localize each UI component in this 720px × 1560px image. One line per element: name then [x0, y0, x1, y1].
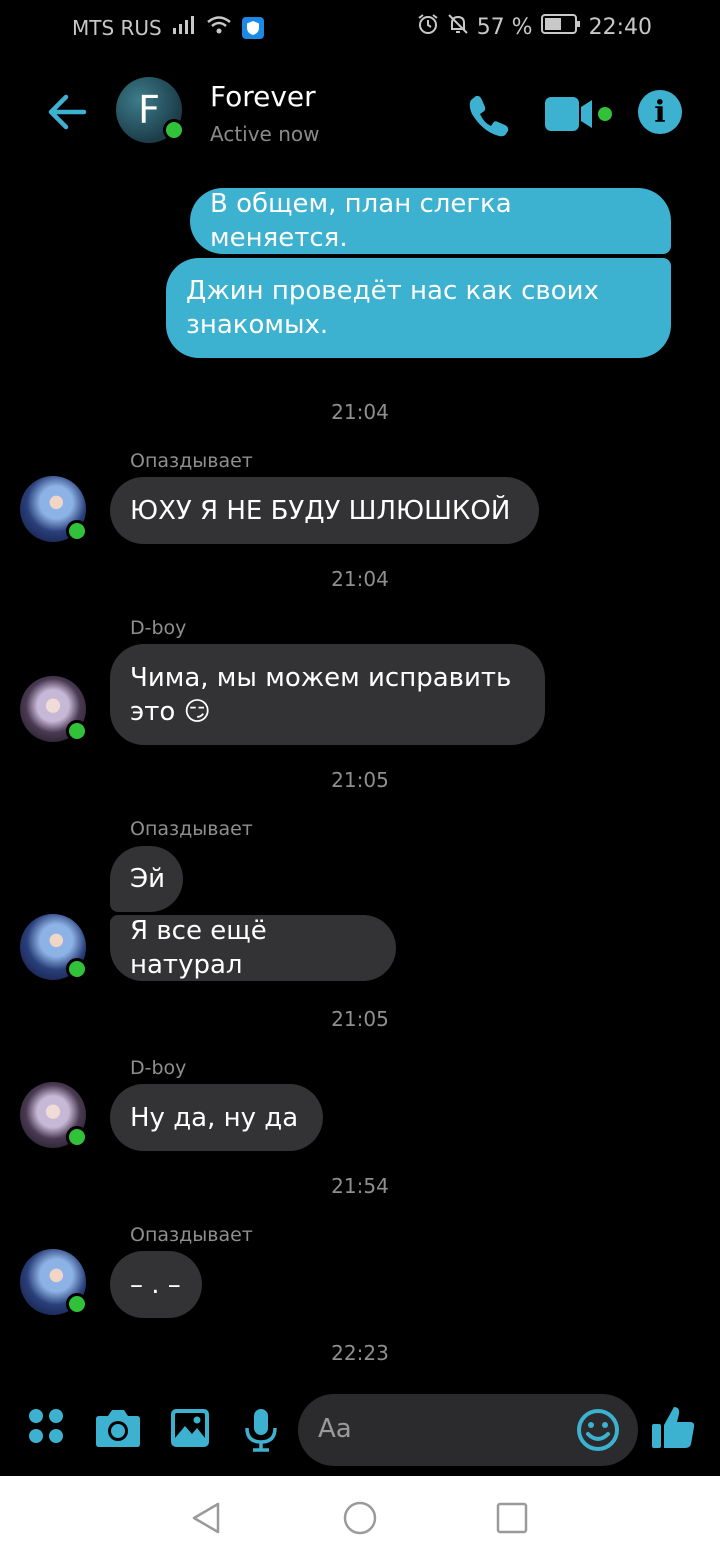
system-nav-bar: [0, 1476, 720, 1560]
message-text-line: Джин проведёт нас как своих: [186, 276, 599, 306]
incoming-message[interactable]: ЮХУ Я НЕ БУДУ ШЛЮШКОЙ: [110, 477, 539, 544]
camera-icon[interactable]: [95, 1408, 141, 1452]
video-call-icon[interactable]: [544, 94, 614, 134]
phone-call-icon[interactable]: [466, 92, 512, 138]
message-text: ЮХУ Я НЕ БУДУ ШЛЮШКОЙ: [130, 495, 511, 526]
avatar[interactable]: [20, 1082, 88, 1148]
avatar[interactable]: [20, 476, 88, 542]
online-indicator: [66, 520, 88, 542]
sender-name: D-boy: [130, 1057, 187, 1079]
timestamp: 21:04: [331, 400, 389, 424]
avatar-letter: F: [138, 88, 160, 132]
group-avatar[interactable]: F: [116, 77, 185, 143]
carrier-label: MTS RUS: [72, 15, 162, 40]
message-composer: Aa: [0, 1388, 720, 1474]
message-text-line: это 😏: [130, 696, 211, 727]
timestamp: 21:04: [331, 567, 389, 591]
outgoing-message[interactable]: Джин проведёт нас как своих знакомых.: [166, 258, 671, 358]
signal-icon: [172, 15, 196, 40]
avatar[interactable]: [20, 914, 88, 980]
timestamp: 22:23: [331, 1341, 389, 1365]
message-text: Я все ещё натурал: [130, 916, 267, 980]
online-indicator: [163, 119, 185, 141]
incoming-message[interactable]: Чима, мы можем исправить это 😏: [110, 644, 545, 745]
chat-title[interactable]: Forever: [210, 80, 316, 113]
online-indicator: [66, 1126, 88, 1148]
thumbs-up-icon[interactable]: [650, 1404, 696, 1454]
online-indicator: [66, 720, 88, 742]
message-text-line: Чима, мы можем исправить: [130, 662, 512, 693]
alarm-icon: [417, 13, 439, 41]
sender-name: Опаздывает: [130, 1224, 253, 1246]
info-icon[interactable]: i: [638, 90, 682, 134]
sender-name: Опаздывает: [130, 450, 253, 472]
chat-header: F Forever Active now i: [0, 60, 720, 170]
vpn-shield-icon: [241, 16, 264, 39]
more-apps-icon[interactable]: [28, 1408, 64, 1448]
clock: 22:40: [588, 14, 652, 40]
emoji-icon[interactable]: [576, 1408, 620, 1452]
message-input-placeholder: Aa: [318, 1414, 352, 1444]
message-text: – . –: [130, 1269, 181, 1300]
incoming-message[interactable]: Я все ещё натурал: [110, 915, 396, 981]
sender-name: D-boy: [130, 617, 187, 639]
microphone-icon[interactable]: [244, 1408, 278, 1456]
message-text: Ну да, ну да: [130, 1102, 299, 1133]
online-indicator: [66, 958, 88, 980]
outgoing-message[interactable]: В общем, план слегка меняется.: [190, 188, 671, 254]
timestamp: 21:54: [331, 1174, 389, 1198]
nav-home-icon[interactable]: [342, 1500, 378, 1536]
message-input[interactable]: Aa: [298, 1394, 638, 1466]
avatar[interactable]: [20, 676, 88, 742]
gallery-icon[interactable]: [170, 1408, 210, 1452]
online-indicator: [66, 1293, 88, 1315]
timestamp: 21:05: [331, 1007, 389, 1031]
incoming-message[interactable]: Эй: [110, 846, 183, 912]
message-text: Эй: [130, 864, 166, 894]
nav-recents-icon[interactable]: [494, 1500, 530, 1536]
sender-name: Опаздывает: [130, 818, 253, 840]
battery-icon: [540, 13, 581, 41]
chat-active-status: Active now: [210, 122, 320, 146]
avatar[interactable]: [20, 1249, 88, 1315]
wifi-icon: [206, 15, 232, 40]
message-text-line: знакомых.: [186, 310, 329, 340]
back-arrow-icon[interactable]: [44, 88, 92, 136]
message-text: В общем, план слегка меняется.: [210, 189, 512, 253]
incoming-message[interactable]: – . –: [110, 1251, 202, 1318]
status-bar: MTS RUS 57 % 22:40: [0, 0, 720, 56]
notifications-off-icon: [447, 13, 469, 41]
nav-back-icon[interactable]: [188, 1500, 224, 1536]
timestamp: 21:05: [331, 768, 389, 792]
battery-percent: 57 %: [476, 14, 533, 40]
incoming-message[interactable]: Ну да, ну да: [110, 1084, 323, 1151]
